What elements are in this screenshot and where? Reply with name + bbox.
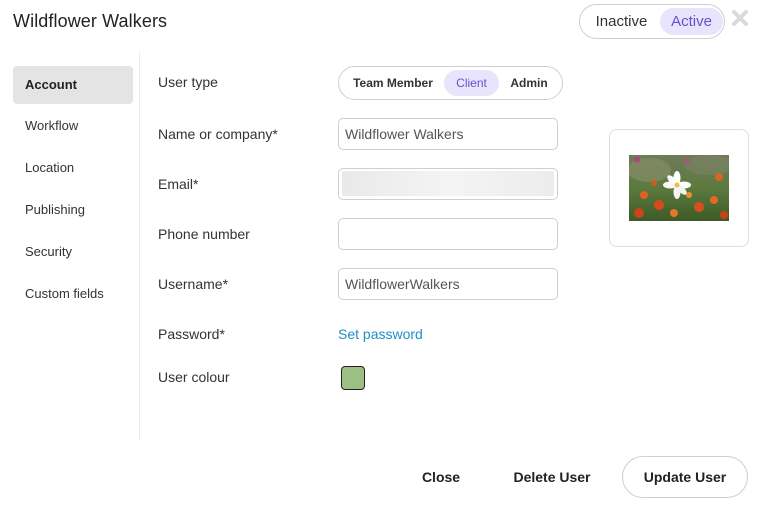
delete-user-button[interactable]: Delete User (507, 469, 597, 485)
sidebar-item-custom-fields[interactable]: Custom fields (13, 275, 133, 313)
phone-label: Phone number (158, 226, 250, 242)
status-toggle: Inactive Active (579, 4, 725, 39)
user-colour-label: User colour (158, 369, 230, 385)
user-type-selector: Team Member Client Admin (338, 66, 563, 100)
sidebar-item-workflow[interactable]: Workflow (13, 107, 133, 145)
name-input[interactable] (338, 118, 558, 150)
sidebar-item-security[interactable]: Security (13, 233, 133, 271)
status-active-option[interactable]: Active (660, 8, 723, 35)
user-type-team-member[interactable]: Team Member (343, 70, 443, 96)
user-type-admin[interactable]: Admin (501, 70, 557, 96)
sidebar-item-publishing[interactable]: Publishing (13, 191, 133, 229)
username-label: Username* (158, 276, 229, 292)
user-type-client[interactable]: Client (444, 70, 499, 96)
sidebar-divider (139, 52, 140, 440)
avatar-card[interactable] (609, 129, 749, 247)
set-password-link[interactable]: Set password (338, 326, 423, 342)
sidebar-item-location[interactable]: Location (13, 149, 133, 187)
close-button[interactable]: Close (413, 469, 469, 485)
close-icon[interactable] (731, 9, 749, 27)
password-label: Password* (158, 326, 225, 342)
email-label: Email* (158, 176, 199, 192)
flower-photo-icon (629, 155, 729, 221)
name-label: Name or company* (158, 126, 278, 142)
update-user-button[interactable]: Update User (622, 456, 748, 498)
email-redacted (342, 171, 554, 196)
phone-input[interactable] (338, 218, 558, 250)
username-input[interactable] (338, 268, 558, 300)
user-colour-swatch[interactable] (341, 366, 365, 390)
dialog-title: Wildflower Walkers (13, 11, 168, 31)
status-inactive-option[interactable]: Inactive (584, 8, 659, 35)
sidebar-item-account[interactable]: Account (13, 66, 133, 104)
user-type-label: User type (158, 74, 218, 90)
